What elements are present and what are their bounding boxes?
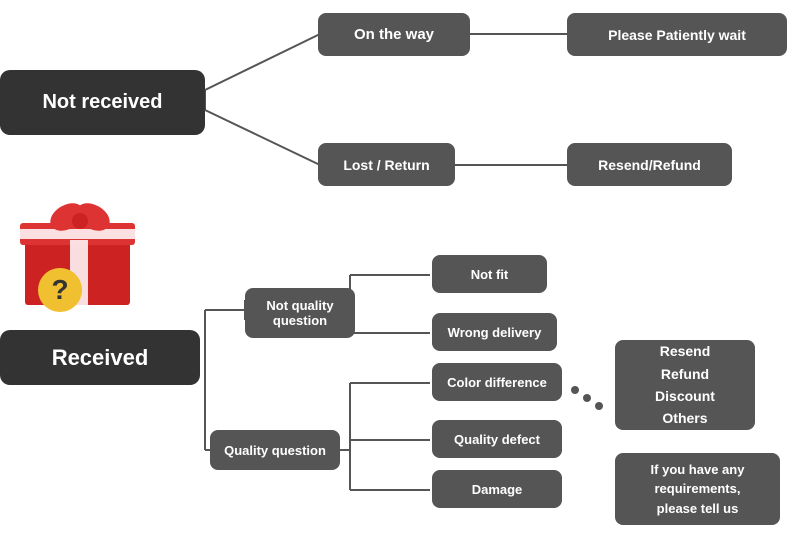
svg-text:?: ?: [51, 274, 68, 305]
damage-node: Damage: [432, 470, 562, 508]
resend-refund-options-node: Resend Refund Discount Others: [615, 340, 755, 430]
gift-box-icon: ?: [15, 185, 145, 315]
if-you-have-node: If you have any requirements, please tel…: [615, 453, 780, 525]
please-wait-node: Please Patiently wait: [567, 13, 787, 56]
not-quality-question-node: Not quality question: [245, 288, 355, 338]
flowchart-diagram: Not received On the way Please Patiently…: [0, 0, 800, 533]
quality-defect-node: Quality defect: [432, 420, 562, 458]
not-received-node: Not received: [0, 70, 205, 135]
quality-question-node: Quality question: [210, 430, 340, 470]
resend-refund-top-node: Resend/Refund: [567, 143, 732, 186]
not-fit-node: Not fit: [432, 255, 547, 293]
lost-return-node: Lost / Return: [318, 143, 455, 186]
wrong-delivery-node: Wrong delivery: [432, 313, 557, 351]
received-node: Received: [0, 330, 200, 385]
color-difference-node: Color difference: [432, 363, 562, 401]
on-the-way-node: On the way: [318, 13, 470, 56]
